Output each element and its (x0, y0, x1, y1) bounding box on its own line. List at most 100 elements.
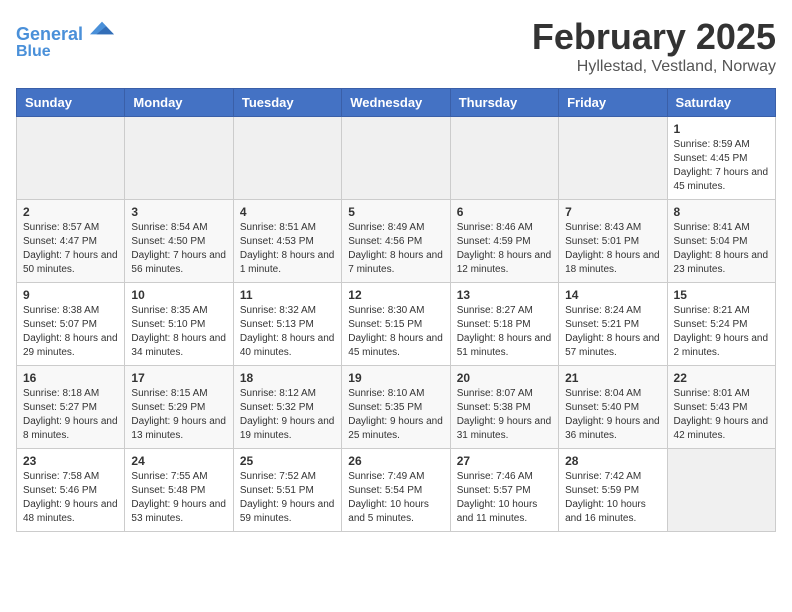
day-number: 27 (457, 454, 552, 468)
day-info: Sunrise: 8:38 AM Sunset: 5:07 PM Dayligh… (23, 304, 118, 360)
day-info: Sunrise: 7:55 AM Sunset: 5:48 PM Dayligh… (131, 470, 226, 526)
day-info: Sunrise: 8:15 AM Sunset: 5:29 PM Dayligh… (131, 387, 226, 443)
day-number: 10 (131, 288, 226, 302)
day-info: Sunrise: 7:58 AM Sunset: 5:46 PM Dayligh… (23, 470, 118, 526)
col-header-tuesday: Tuesday (233, 89, 341, 117)
calendar-cell: 3 Sunrise: 8:54 AM Sunset: 4:50 PM Daylig… (125, 200, 233, 283)
logo-icon (90, 16, 114, 40)
calendar-cell: 27 Sunrise: 7:46 AM Sunset: 5:57 PM Dayli… (450, 449, 558, 532)
day-info: Sunrise: 8:04 AM Sunset: 5:40 PM Dayligh… (565, 387, 660, 443)
day-number: 6 (457, 205, 552, 219)
calendar-header-row: SundayMondayTuesdayWednesdayThursdayFrid… (17, 89, 776, 117)
day-info: Sunrise: 7:42 AM Sunset: 5:59 PM Dayligh… (565, 470, 660, 526)
day-number: 7 (565, 205, 660, 219)
day-number: 19 (348, 371, 443, 385)
day-number: 5 (348, 205, 443, 219)
calendar-cell: 13 Sunrise: 8:27 AM Sunset: 5:18 PM Dayli… (450, 283, 558, 366)
day-number: 15 (674, 288, 769, 302)
day-info: Sunrise: 7:46 AM Sunset: 5:57 PM Dayligh… (457, 470, 552, 526)
day-number: 26 (348, 454, 443, 468)
day-info: Sunrise: 8:35 AM Sunset: 5:10 PM Dayligh… (131, 304, 226, 360)
logo-text: General (16, 16, 114, 45)
day-info: Sunrise: 8:10 AM Sunset: 5:35 PM Dayligh… (348, 387, 443, 443)
calendar-cell: 28 Sunrise: 7:42 AM Sunset: 5:59 PM Dayli… (559, 449, 667, 532)
day-number: 9 (23, 288, 118, 302)
calendar-cell: 7 Sunrise: 8:43 AM Sunset: 5:01 PM Daylig… (559, 200, 667, 283)
calendar-cell (667, 449, 775, 532)
calendar-cell (342, 117, 450, 200)
day-info: Sunrise: 7:52 AM Sunset: 5:51 PM Dayligh… (240, 470, 335, 526)
col-header-monday: Monday (125, 89, 233, 117)
calendar-cell: 6Sunrise: 8:46 AM Sunset: 4:59 PM Daylig… (450, 200, 558, 283)
calendar-cell: 21 Sunrise: 8:04 AM Sunset: 5:40 PM Dayli… (559, 366, 667, 449)
day-number: 12 (348, 288, 443, 302)
calendar-cell: 17 Sunrise: 8:15 AM Sunset: 5:29 PM Dayli… (125, 366, 233, 449)
calendar-cell: 25Sunrise: 7:52 AM Sunset: 5:51 PM Dayli… (233, 449, 341, 532)
day-info: Sunrise: 8:30 AM Sunset: 5:15 PM Dayligh… (348, 304, 443, 360)
calendar-cell: 4 Sunrise: 8:51 AM Sunset: 4:53 PM Daylig… (233, 200, 341, 283)
day-number: 2 (23, 205, 118, 219)
day-info: Sunrise: 7:49 AM Sunset: 5:54 PM Dayligh… (348, 470, 443, 526)
page-header: General Blue February 2025 Hyllestad, Ve… (16, 16, 776, 76)
day-number: 3 (131, 205, 226, 219)
calendar-cell: 8 Sunrise: 8:41 AM Sunset: 5:04 PM Daylig… (667, 200, 775, 283)
day-number: 17 (131, 371, 226, 385)
calendar-cell: 12 Sunrise: 8:30 AM Sunset: 5:15 PM Dayli… (342, 283, 450, 366)
day-number: 21 (565, 371, 660, 385)
col-header-thursday: Thursday (450, 89, 558, 117)
day-number: 13 (457, 288, 552, 302)
col-header-wednesday: Wednesday (342, 89, 450, 117)
day-info: Sunrise: 8:43 AM Sunset: 5:01 PM Dayligh… (565, 221, 660, 277)
day-number: 22 (674, 371, 769, 385)
col-header-saturday: Saturday (667, 89, 775, 117)
title-area: February 2025 Hyllestad, Vestland, Norwa… (532, 16, 776, 76)
calendar-cell: 19 Sunrise: 8:10 AM Sunset: 5:35 PM Dayli… (342, 366, 450, 449)
week-row-3: 16Sunrise: 8:18 AM Sunset: 5:27 PM Dayli… (17, 366, 776, 449)
week-row-0: 1 Sunrise: 8:59 AM Sunset: 4:45 PM Daylig… (17, 117, 776, 200)
day-number: 28 (565, 454, 660, 468)
calendar-cell: 18Sunrise: 8:12 AM Sunset: 5:32 PM Dayli… (233, 366, 341, 449)
day-info: Sunrise: 8:01 AM Sunset: 5:43 PM Dayligh… (674, 387, 769, 443)
day-number: 16 (23, 371, 118, 385)
calendar-cell (233, 117, 341, 200)
calendar-cell: 20 Sunrise: 8:07 AM Sunset: 5:38 PM Dayli… (450, 366, 558, 449)
calendar-cell: 9 Sunrise: 8:38 AM Sunset: 5:07 PM Daylig… (17, 283, 125, 366)
day-number: 24 (131, 454, 226, 468)
day-number: 14 (565, 288, 660, 302)
calendar-cell: 16Sunrise: 8:18 AM Sunset: 5:27 PM Dayli… (17, 366, 125, 449)
calendar-cell (17, 117, 125, 200)
calendar-cell (125, 117, 233, 200)
calendar-cell: 10 Sunrise: 8:35 AM Sunset: 5:10 PM Dayli… (125, 283, 233, 366)
calendar-cell: 22 Sunrise: 8:01 AM Sunset: 5:43 PM Dayli… (667, 366, 775, 449)
day-number: 1 (674, 122, 769, 136)
calendar-cell: 15 Sunrise: 8:21 AM Sunset: 5:24 PM Dayli… (667, 283, 775, 366)
day-info: Sunrise: 8:41 AM Sunset: 5:04 PM Dayligh… (674, 221, 769, 277)
day-info: Sunrise: 8:24 AM Sunset: 5:21 PM Dayligh… (565, 304, 660, 360)
calendar-cell (559, 117, 667, 200)
week-row-2: 9 Sunrise: 8:38 AM Sunset: 5:07 PM Daylig… (17, 283, 776, 366)
calendar-cell: 1 Sunrise: 8:59 AM Sunset: 4:45 PM Daylig… (667, 117, 775, 200)
calendar-cell: 11Sunrise: 8:32 AM Sunset: 5:13 PM Dayli… (233, 283, 341, 366)
col-header-friday: Friday (559, 89, 667, 117)
day-info: Sunrise: 8:49 AM Sunset: 4:56 PM Dayligh… (348, 221, 443, 277)
day-info: Sunrise: 8:51 AM Sunset: 4:53 PM Dayligh… (240, 221, 335, 277)
day-number: 20 (457, 371, 552, 385)
day-info: Sunrise: 8:07 AM Sunset: 5:38 PM Dayligh… (457, 387, 552, 443)
calendar-cell: 26 Sunrise: 7:49 AM Sunset: 5:54 PM Dayli… (342, 449, 450, 532)
calendar-cell: 24 Sunrise: 7:55 AM Sunset: 5:48 PM Dayli… (125, 449, 233, 532)
day-number: 8 (674, 205, 769, 219)
week-row-1: 2 Sunrise: 8:57 AM Sunset: 4:47 PM Daylig… (17, 200, 776, 283)
day-info: Sunrise: 8:54 AM Sunset: 4:50 PM Dayligh… (131, 221, 226, 277)
day-info: Sunrise: 8:59 AM Sunset: 4:45 PM Dayligh… (674, 138, 769, 194)
day-number: 18 (240, 371, 335, 385)
day-info: Sunrise: 8:57 AM Sunset: 4:47 PM Dayligh… (23, 221, 118, 277)
day-info: Sunrise: 8:21 AM Sunset: 5:24 PM Dayligh… (674, 304, 769, 360)
day-info: Sunrise: 8:27 AM Sunset: 5:18 PM Dayligh… (457, 304, 552, 360)
calendar-cell: 5 Sunrise: 8:49 AM Sunset: 4:56 PM Daylig… (342, 200, 450, 283)
day-info: Sunrise: 8:32 AM Sunset: 5:13 PM Dayligh… (240, 304, 335, 360)
day-number: 4 (240, 205, 335, 219)
location: Hyllestad, Vestland, Norway (532, 58, 776, 76)
day-number: 23 (23, 454, 118, 468)
week-row-4: 23 Sunrise: 7:58 AM Sunset: 5:46 PM Dayli… (17, 449, 776, 532)
calendar-cell (450, 117, 558, 200)
